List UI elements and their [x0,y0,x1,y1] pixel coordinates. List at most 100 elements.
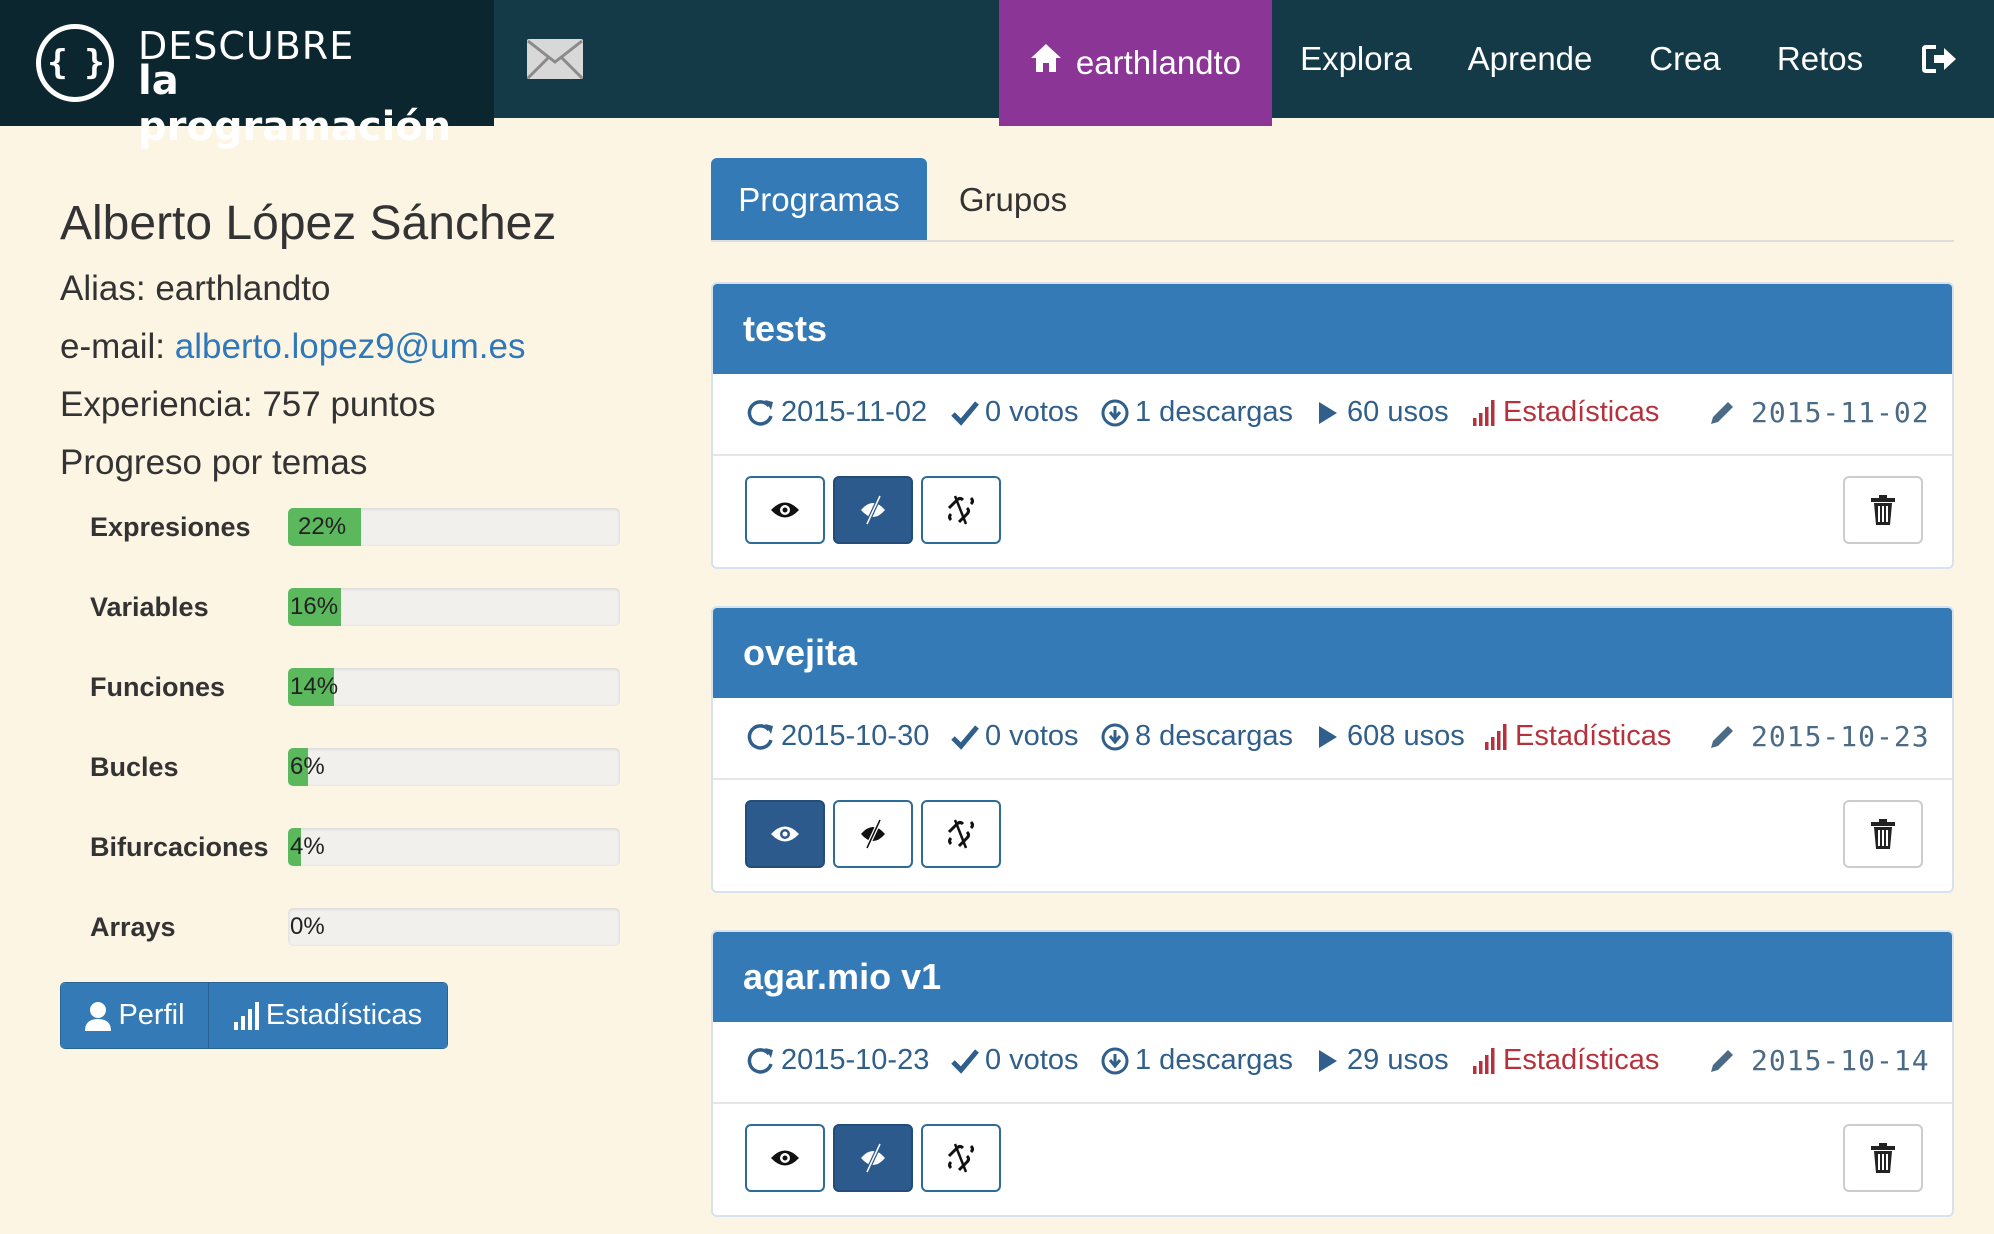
profile-name: Alberto López Sánchez [60,197,557,250]
topic-progress-bar: 6% [288,748,620,786]
home-icon [1030,44,1061,72]
user-icon [85,1001,112,1031]
program-downloads: 8 descargas [1101,720,1293,753]
unlink-program-button[interactable] [921,476,1001,544]
delete-program-button[interactable] [1843,1124,1923,1192]
perfil-label: Perfil [118,999,185,1031]
pencil-icon [1711,401,1733,424]
unlink-icon [947,819,974,849]
program-meta-row: 2015-10-23 0 votos 1 descargas 29 usos Estad… [713,1022,1952,1104]
program-panel: ovejita 2015-10-30 0 votos 8 descargas 608 u… [711,606,1954,893]
checkmark-icon [951,724,979,750]
show-program-button[interactable] [745,1124,825,1192]
edited-date: 2015-11-02 [1751,396,1930,429]
delete-program-button[interactable] [1843,476,1923,544]
topic-label: Bifurcaciones [90,832,269,862]
profile-button-group: Perfil Estadísticas [60,982,448,1049]
checkmark-icon [951,1048,979,1074]
nav-user-home[interactable]: earthlandto [999,0,1272,126]
eye-icon [771,826,799,842]
topic-progress-value: 6% [290,753,325,780]
brand[interactable]: { } DESCUBRE la programación [0,0,494,150]
eye-slash-icon [861,1143,885,1173]
trash-icon [1871,495,1895,525]
program-uses: 29 usos [1315,1044,1449,1077]
downloads-count: 8 descargas [1135,720,1293,752]
nav-explora[interactable]: Explora [1300,0,1412,118]
program-title[interactable]: agar.mio v1 [713,932,1952,1022]
tab-programas[interactable]: Programas [711,158,927,242]
download-circle-icon [1101,1047,1129,1074]
pencil-icon [1711,725,1733,748]
program-stats-link[interactable]: Estadísticas [1473,1044,1659,1077]
brand-logo-icon: { } [36,24,114,102]
stats-bars-icon [1485,723,1507,750]
nav-retos[interactable]: Retos [1777,0,1863,118]
play-icon [1319,401,1337,424]
profile-alias: Alias: earthlandto [60,269,330,309]
logout-button[interactable] [1918,0,1962,118]
program-title[interactable]: ovejita [713,608,1952,698]
votes-count: 0 votos [985,396,1079,428]
topic-label: Bucles [90,752,179,782]
edited-date: 2015-10-14 [1751,1044,1930,1077]
topic-label: Variables [90,592,209,622]
hide-program-button[interactable] [833,476,913,544]
download-circle-icon [1101,723,1129,750]
refresh-icon [747,1047,773,1074]
program-stats-link[interactable]: Estadísticas [1485,720,1671,753]
program-uses: 608 usos [1315,720,1465,753]
email-label: e-mail: [60,327,166,366]
unlink-program-button[interactable] [921,1124,1001,1192]
topic-label: Funciones [90,672,226,702]
mail-icon[interactable] [526,38,584,80]
edited-date: 2015-10-23 [1751,720,1930,753]
hide-program-button[interactable] [833,800,913,868]
topic-progress-value: 22% [298,513,347,540]
topic-progress-bar: 4% [288,828,620,866]
tab-grupos[interactable]: Grupos [945,158,1081,242]
topic-progress-value: 4% [290,833,325,860]
show-program-button[interactable] [745,800,825,868]
stats-button[interactable]: Estadísticas [209,983,447,1048]
show-program-button[interactable] [745,476,825,544]
uses-count: 60 usos [1347,396,1449,428]
alias-label: Alias: [60,269,146,308]
topic-progress-value: 16% [290,593,339,620]
hide-program-button[interactable] [833,1124,913,1192]
checkmark-icon [951,400,979,426]
progress-title: Progreso por temas [60,443,368,482]
program-downloads: 1 descargas [1101,1044,1293,1077]
perfil-button[interactable]: Perfil [61,983,209,1048]
nav-aprende[interactable]: Aprende [1468,0,1593,118]
program-updated: 2015-10-23 [745,1044,929,1077]
topic-progress-bar: 14% [288,668,620,706]
download-circle-icon [1101,399,1129,426]
program-downloads: 1 descargas [1101,396,1293,429]
updated-date: 2015-10-23 [781,1044,930,1076]
stats-bars-icon [1473,399,1495,426]
topic-label: Expresiones [90,512,251,542]
program-title[interactable]: tests [713,284,1952,374]
play-icon [1319,1049,1337,1072]
delete-program-button[interactable] [1843,800,1923,868]
eye-icon [771,502,799,518]
program-stats-link[interactable]: Estadísticas [1473,396,1659,429]
nav-crea[interactable]: Crea [1649,0,1721,118]
topic-progress-bar: 16% [288,588,620,626]
updated-date: 2015-11-02 [781,396,928,428]
downloads-count: 1 descargas [1135,396,1293,428]
program-uses: 60 usos [1315,396,1449,429]
eye-icon [771,1150,799,1166]
program-meta-row: 2015-10-30 0 votos 8 descargas 608 usos Esta… [713,698,1952,780]
profile-experience: Experiencia: 757 puntos [60,385,436,424]
topic-progress-value: 0% [290,913,325,940]
brand-title-line2: la programación [138,58,452,150]
program-panel: agar.mio v1 2015-10-23 0 votos 1 descargas 2… [711,930,1954,1217]
program-updated: 2015-11-02 [745,396,927,429]
tabs-divider [711,240,1954,242]
email-link[interactable]: alberto.lopez9@um.es [175,327,526,366]
stats-link-label: Estadísticas [1503,1044,1660,1076]
unlink-program-button[interactable] [921,800,1001,868]
unlink-icon [947,495,974,525]
